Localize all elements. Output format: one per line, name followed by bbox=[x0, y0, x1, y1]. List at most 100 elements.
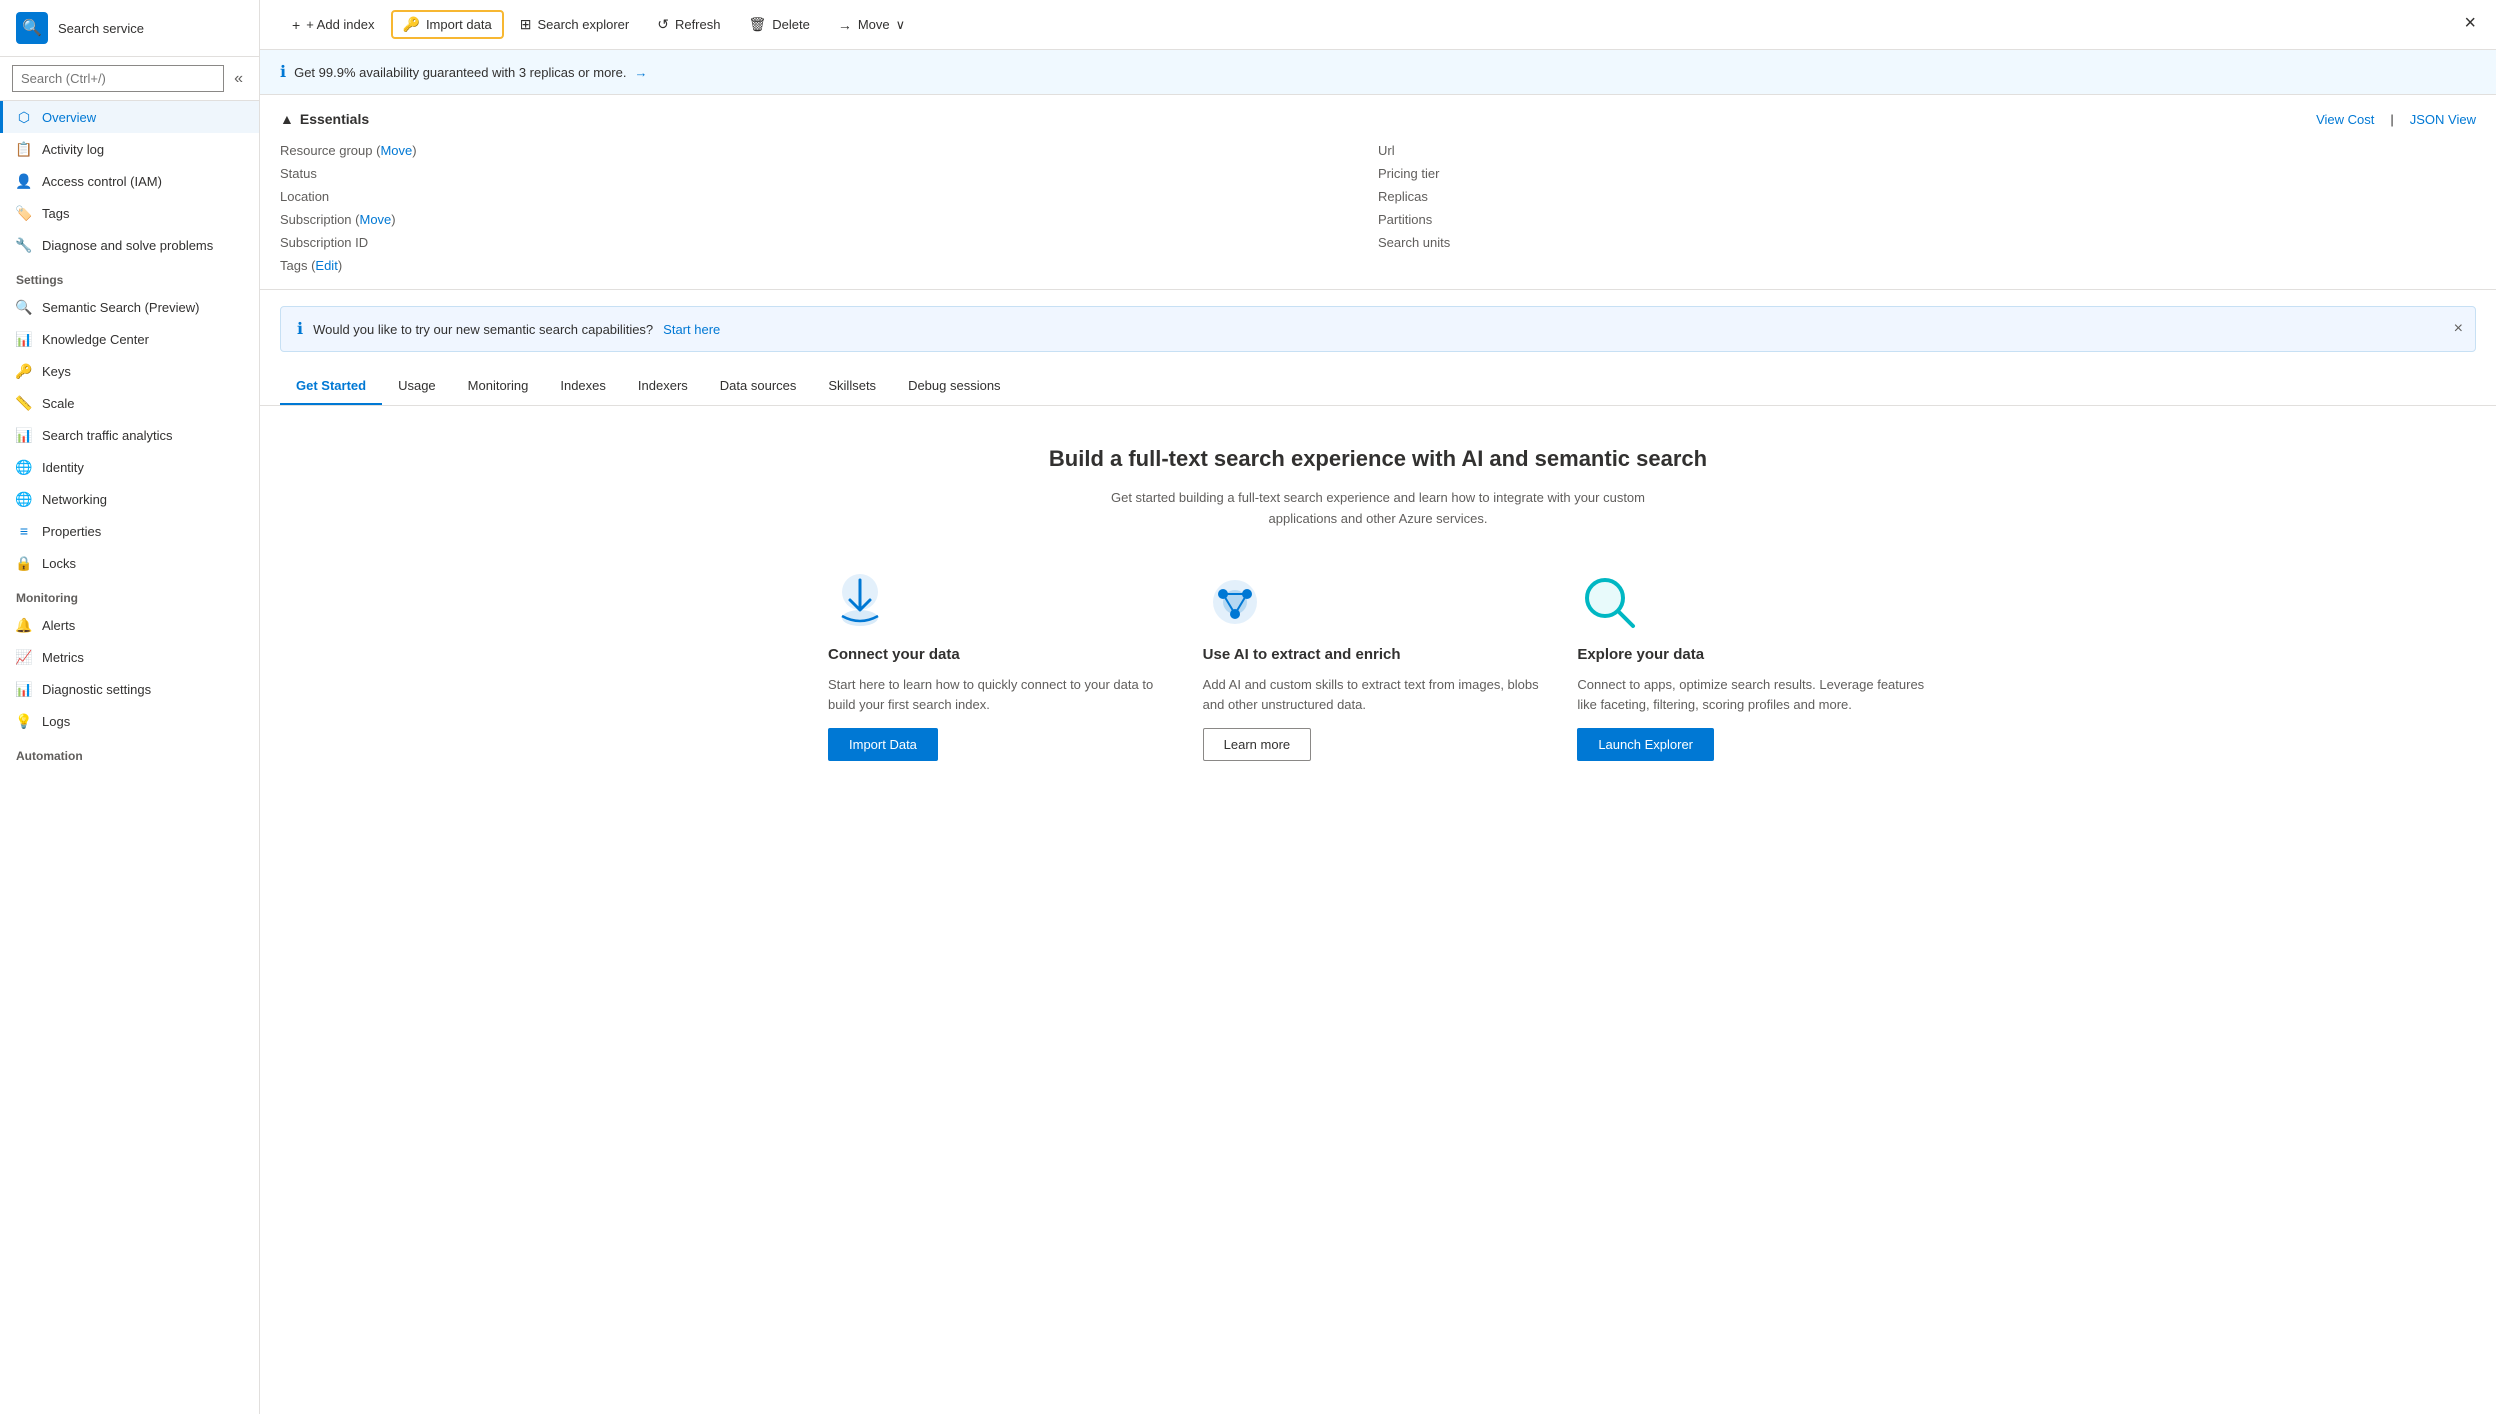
sidebar-item-knowledge-center[interactable]: 📊 Knowledge Center bbox=[0, 323, 259, 355]
sidebar-item-iam-label: Access control (IAM) bbox=[42, 174, 162, 189]
tab-get-started[interactable]: Get Started bbox=[280, 368, 382, 405]
tab-usage[interactable]: Usage bbox=[382, 368, 452, 405]
main-content: + + Add index 🔑 Import data ⊞ Search exp… bbox=[260, 0, 2496, 1414]
essentials-grid: Resource group (Move) Status Location Su… bbox=[280, 143, 2476, 273]
sidebar-item-locks[interactable]: 🔒 Locks bbox=[0, 547, 259, 579]
delete-label: Delete bbox=[772, 17, 810, 32]
sidebar-header: 🔍 Search service bbox=[0, 0, 259, 57]
subscription-id-label: Subscription ID bbox=[280, 235, 430, 250]
sidebar-item-networking[interactable]: 🌐 Networking bbox=[0, 483, 259, 515]
import-data-card-button[interactable]: Import Data bbox=[828, 728, 938, 761]
add-index-label: + Add index bbox=[306, 17, 374, 32]
window-close-button[interactable]: × bbox=[2464, 12, 2476, 35]
sidebar-item-metrics[interactable]: 📈 Metrics bbox=[0, 641, 259, 673]
launch-explorer-card-button[interactable]: Launch Explorer bbox=[1577, 728, 1714, 761]
search-input[interactable] bbox=[12, 65, 224, 92]
overview-icon: ⬡ bbox=[16, 109, 32, 125]
networking-icon: 🌐 bbox=[16, 491, 32, 507]
connect-data-title: Connect your data bbox=[828, 646, 1179, 663]
sidebar-item-logs[interactable]: 💡 Logs bbox=[0, 705, 259, 737]
sidebar-item-tags[interactable]: 🏷️ Tags bbox=[0, 197, 259, 229]
sidebar-item-keys[interactable]: 🔑 Keys bbox=[0, 355, 259, 387]
sidebar-item-diagnostic-settings[interactable]: 📊 Diagnostic settings bbox=[0, 673, 259, 705]
search-traffic-icon: 📊 bbox=[16, 427, 32, 443]
status-label: Status bbox=[280, 166, 430, 181]
semantic-search-banner: ℹ Would you like to try our new semantic… bbox=[280, 306, 2476, 352]
sidebar-title: Search service bbox=[58, 21, 144, 36]
tags-icon: 🏷️ bbox=[16, 205, 32, 221]
sidebar-item-search-traffic[interactable]: 📊 Search traffic analytics bbox=[0, 419, 259, 451]
tab-indexers[interactable]: Indexers bbox=[622, 368, 704, 405]
essentials-title[interactable]: ▲ Essentials bbox=[280, 111, 369, 127]
move-chevron-icon: ∨ bbox=[896, 17, 906, 33]
pricing-tier-label: Pricing tier bbox=[1378, 166, 1528, 181]
sidebar-item-diagnostic-settings-label: Diagnostic settings bbox=[42, 682, 151, 697]
sidebar-item-semantic-search[interactable]: 🔍 Semantic Search (Preview) bbox=[0, 291, 259, 323]
card-explore-data: Explore your data Connect to apps, optim… bbox=[1577, 570, 1928, 762]
resource-group-move-link[interactable]: Move bbox=[380, 143, 412, 158]
move-label: Move bbox=[858, 17, 890, 32]
use-ai-title: Use AI to extract and enrich bbox=[1203, 646, 1554, 663]
url-label: Url bbox=[1378, 143, 1528, 158]
subscription-label: Subscription (Move) bbox=[280, 212, 430, 227]
sidebar-item-activity-log[interactable]: 📋 Activity log bbox=[0, 133, 259, 165]
essentials-separator: | bbox=[2390, 112, 2393, 127]
sidebar-item-tags-label: Tags bbox=[42, 206, 69, 221]
sidebar-item-properties[interactable]: ≡ Properties bbox=[0, 515, 259, 547]
diagnose-icon: 🔧 bbox=[16, 237, 32, 253]
import-data-button[interactable]: 🔑 Import data bbox=[391, 10, 504, 39]
explore-data-desc: Connect to apps, optimize search results… bbox=[1577, 675, 1928, 717]
refresh-button[interactable]: ↺ Refresh bbox=[645, 10, 732, 39]
essentials-actions: View Cost | JSON View bbox=[2316, 112, 2476, 127]
explore-data-title: Explore your data bbox=[1577, 646, 1928, 663]
json-view-link[interactable]: JSON View bbox=[2410, 112, 2476, 127]
semantic-search-icon: 🔍 bbox=[16, 299, 32, 315]
learn-more-card-button[interactable]: Learn more bbox=[1203, 728, 1311, 761]
sidebar-item-networking-label: Networking bbox=[42, 492, 107, 507]
sidebar-item-metrics-label: Metrics bbox=[42, 650, 84, 665]
sidebar-collapse-button[interactable]: « bbox=[230, 66, 247, 92]
add-index-button[interactable]: + + Add index bbox=[280, 11, 387, 39]
tab-data-sources[interactable]: Data sources bbox=[704, 368, 813, 405]
tags-edit-link[interactable]: Edit bbox=[315, 258, 337, 273]
delete-button[interactable]: 🗑 Delete bbox=[736, 10, 821, 39]
essentials-subscription: Subscription (Move) bbox=[280, 212, 1378, 227]
sidebar-item-identity[interactable]: 🌐 Identity bbox=[0, 451, 259, 483]
view-cost-link[interactable]: View Cost bbox=[2316, 112, 2374, 127]
card-connect-data: Connect your data Start here to learn ho… bbox=[828, 570, 1179, 762]
alerts-icon: 🔔 bbox=[16, 617, 32, 633]
sidebar-item-iam[interactable]: 👤 Access control (IAM) bbox=[0, 165, 259, 197]
subscription-move-link[interactable]: Move bbox=[359, 212, 391, 227]
semantic-banner-text: Would you like to try our new semantic s… bbox=[313, 322, 653, 337]
tabs: Get Started Usage Monitoring Indexes Ind… bbox=[260, 368, 2496, 406]
sidebar-item-logs-label: Logs bbox=[42, 714, 70, 729]
tab-skillsets[interactable]: Skillsets bbox=[812, 368, 892, 405]
availability-banner: ℹ Get 99.9% availability guaranteed with… bbox=[260, 50, 2496, 95]
tab-debug-sessions[interactable]: Debug sessions bbox=[892, 368, 1017, 405]
sidebar-item-overview-label: Overview bbox=[42, 110, 96, 125]
activity-log-icon: 📋 bbox=[16, 141, 32, 157]
sidebar-item-scale[interactable]: 📏 Scale bbox=[0, 387, 259, 419]
location-label: Location bbox=[280, 189, 430, 204]
import-data-icon: 🔑 bbox=[403, 16, 420, 33]
tab-indexes[interactable]: Indexes bbox=[544, 368, 622, 405]
search-explorer-button[interactable]: ⊞ Search explorer bbox=[508, 10, 642, 39]
partitions-label: Partitions bbox=[1378, 212, 1528, 227]
essentials-right: Url Pricing tier Replicas Partitions Sea… bbox=[1378, 143, 2476, 273]
sidebar-item-overview[interactable]: ⬡ Overview bbox=[0, 101, 259, 133]
iam-icon: 👤 bbox=[16, 173, 32, 189]
resource-group-label: Resource group (Move) bbox=[280, 143, 430, 158]
banner-link[interactable]: → bbox=[634, 65, 647, 80]
tab-monitoring[interactable]: Monitoring bbox=[452, 368, 545, 405]
connect-data-icon bbox=[828, 570, 892, 634]
semantic-banner-close-button[interactable]: × bbox=[2454, 320, 2463, 338]
app-logo-icon: 🔍 bbox=[16, 12, 48, 44]
sidebar-item-alerts[interactable]: 🔔 Alerts bbox=[0, 609, 259, 641]
sidebar-item-diagnose[interactable]: 🔧 Diagnose and solve problems bbox=[0, 229, 259, 261]
use-ai-icon bbox=[1203, 570, 1267, 634]
sidebar: 🔍 Search service « ⬡ Overview 📋 Activity… bbox=[0, 0, 260, 1414]
move-button[interactable]: → Move ∨ bbox=[826, 11, 917, 39]
semantic-start-here-link[interactable]: Start here bbox=[663, 322, 720, 337]
essentials-partitions: Partitions bbox=[1378, 212, 2476, 227]
essentials-resource-group: Resource group (Move) bbox=[280, 143, 1378, 158]
